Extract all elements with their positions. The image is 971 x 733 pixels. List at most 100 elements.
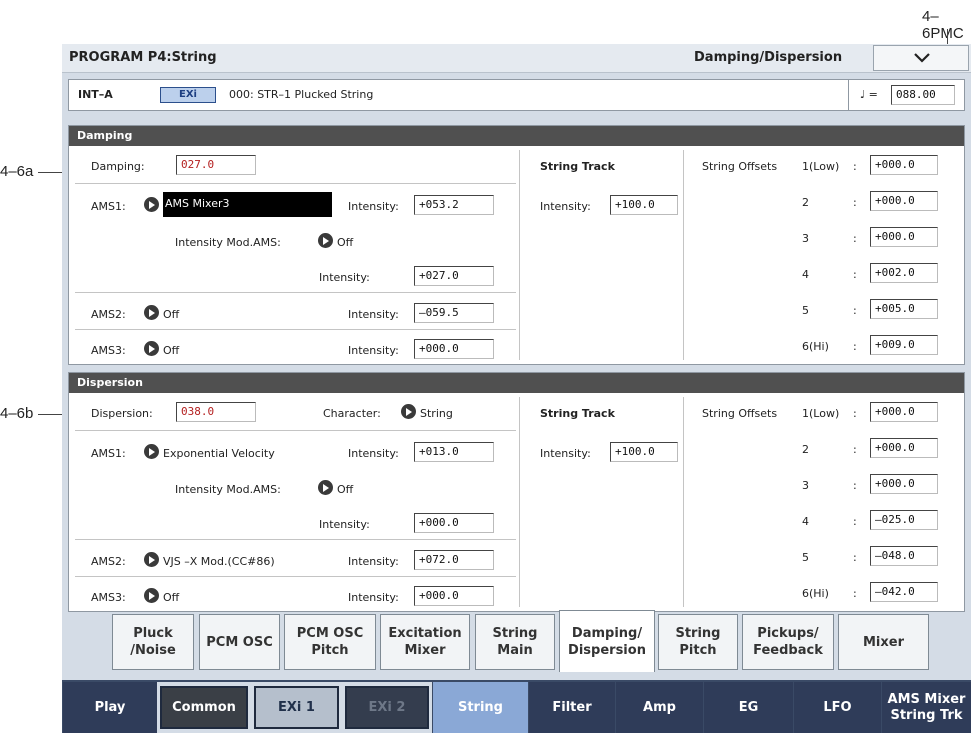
damping-value-field[interactable]: 027.0 [176,155,256,175]
ams2-intensity-field[interactable]: –059.5 [414,303,494,323]
program-screen: PROGRAM P4:String Damping/Dispersion INT… [62,44,971,733]
mode-tab[interactable]: Play [62,682,157,733]
offset-value-field[interactable]: +000.0 [870,155,938,175]
page-tab[interactable]: PCM OSC [199,614,280,670]
offset-value-field[interactable]: +000.0 [870,474,938,494]
mode-tab[interactable]: EXi 2 [345,686,429,729]
ams1-source[interactable]: Exponential Velocity [163,447,275,460]
ams3-label: AMS3: [91,344,126,357]
tab-label: Mixer [404,643,446,658]
mod-ams-source[interactable]: Off [337,483,353,496]
page-tab[interactable]: String Main [475,614,555,670]
ams3-intensity-field[interactable]: +000.0 [414,339,494,359]
string-track-title: String Track [540,160,615,173]
offset-value-field[interactable]: +002.0 [870,263,938,283]
tab-label: PCM OSC [206,634,273,650]
offset-colon: : [853,304,857,317]
offset-value-field[interactable]: –048.0 [870,546,938,566]
character-popup-icon[interactable] [401,404,416,419]
mod-ams-popup-icon[interactable] [318,480,333,495]
page-tab[interactable]: PCM OSC Pitch [284,614,376,670]
page-tab[interactable]: Pluck/Noise [112,614,194,670]
offset-string-label: 2 [802,196,809,209]
ams3-source[interactable]: Off [163,344,179,357]
offset-string-label: 5 [802,304,809,317]
ams2-source[interactable]: Off [163,308,179,321]
ams3-intensity-label: Intensity: [348,591,399,604]
offset-value-field[interactable]: +000.0 [870,191,938,211]
tab-label: EXi 1 [278,699,315,715]
mod-intensity-field[interactable]: +000.0 [414,513,494,533]
offset-value-field[interactable]: +000.0 [870,402,938,422]
page-tab[interactable]: Damping/Dispersion [559,610,655,672]
damping-panel: Damping Damping: 027.0 AMS1: AMS Mixer3 … [68,125,965,365]
tab-label: PCM OSC [296,626,364,641]
offset-value-field[interactable]: –042.0 [870,582,938,602]
page-title: PROGRAM P4:String [69,50,217,65]
offset-colon: : [853,340,857,353]
ams3-source[interactable]: Off [163,591,179,604]
divider [848,80,849,110]
mode-tab[interactable]: EXi 1 [254,686,339,729]
ams3-intensity-field[interactable]: +000.0 [414,586,494,606]
tempo-field[interactable]: 088.00 [891,85,955,105]
offset-value-field[interactable]: +000.0 [870,438,938,458]
tab-label: Mixer [862,634,904,650]
offset-string-label: 1(Low) [802,160,840,173]
mode-tab[interactable]: String [432,682,528,733]
mode-tab[interactable]: Filter [528,682,615,733]
ams3-intensity-label: Intensity: [348,344,399,357]
ams2-popup-icon[interactable] [144,552,159,567]
mod-ams-label: Intensity Mod.AMS: [175,483,281,496]
title-bar: PROGRAM P4:String Damping/Dispersion [62,44,971,73]
tab-label: Play [94,699,126,715]
page-tab[interactable]: String Pitch [658,614,738,670]
mode-tab[interactable]: LFO [793,682,881,733]
ams1-source: AMS Mixer3 [165,197,230,210]
character-value[interactable]: String [420,407,453,420]
offset-string-label: 5 [802,551,809,564]
mode-tab[interactable]: AMS Mixer String Trk [881,682,971,733]
ams2-source[interactable]: VJS –X Mod.(CC#86) [163,555,275,568]
mode-tab[interactable]: Common [160,686,248,729]
page-menu-button[interactable] [873,45,969,71]
mode-tab[interactable]: EG [703,682,793,733]
ams1-intensity-field[interactable]: +053.2 [414,195,494,215]
offset-value-field[interactable]: +000.0 [870,227,938,247]
ams3-popup-icon[interactable] [144,588,159,603]
tab-label: LFO [823,699,852,715]
ams2-intensity-field[interactable]: +072.0 [414,550,494,570]
offset-string-label: 1(Low) [802,407,840,420]
string-track-intensity-field[interactable]: +100.0 [610,195,678,215]
page-subtitle: Damping/Dispersion [694,50,843,65]
ams1-popup-icon[interactable] [144,197,159,212]
ams2-intensity-label: Intensity: [348,308,399,321]
ams1-source-selected[interactable]: AMS Mixer3 [163,192,332,217]
offset-value-field[interactable]: +009.0 [870,335,938,355]
tab-label: String [492,626,538,641]
offset-colon: : [853,232,857,245]
mode-tab[interactable]: Amp [615,682,703,733]
string-track-intensity-field[interactable]: +100.0 [610,442,678,462]
tab-label: EG [738,699,759,715]
offset-colon: : [853,479,857,492]
tab-label: String [457,699,503,715]
mod-ams-popup-icon[interactable] [318,233,333,248]
ams3-popup-icon[interactable] [144,341,159,356]
program-name[interactable]: 000: STR–1 Plucked String [229,88,373,101]
page-tab[interactable]: Mixer [838,614,929,670]
program-info-bar: INT–A EXi 000: STR–1 Plucked String ♩ = … [68,79,965,111]
offset-string-label: 6(Hi) [802,340,829,353]
offset-value-field[interactable]: +005.0 [870,299,938,319]
page-tab[interactable]: Excitation Mixer [380,614,470,670]
mod-ams-source[interactable]: Off [337,236,353,249]
string-offsets-title: String Offsets [702,407,778,420]
offset-colon: : [853,160,857,173]
ams2-popup-icon[interactable] [144,305,159,320]
offset-value-field[interactable]: –025.0 [870,510,938,530]
ams1-intensity-field[interactable]: +013.0 [414,442,494,462]
ams1-popup-icon[interactable] [144,444,159,459]
dispersion-value-field[interactable]: 038.0 [176,402,256,422]
page-tab[interactable]: Pickups/Feedback [742,614,834,670]
mod-intensity-field[interactable]: +027.0 [414,266,494,286]
